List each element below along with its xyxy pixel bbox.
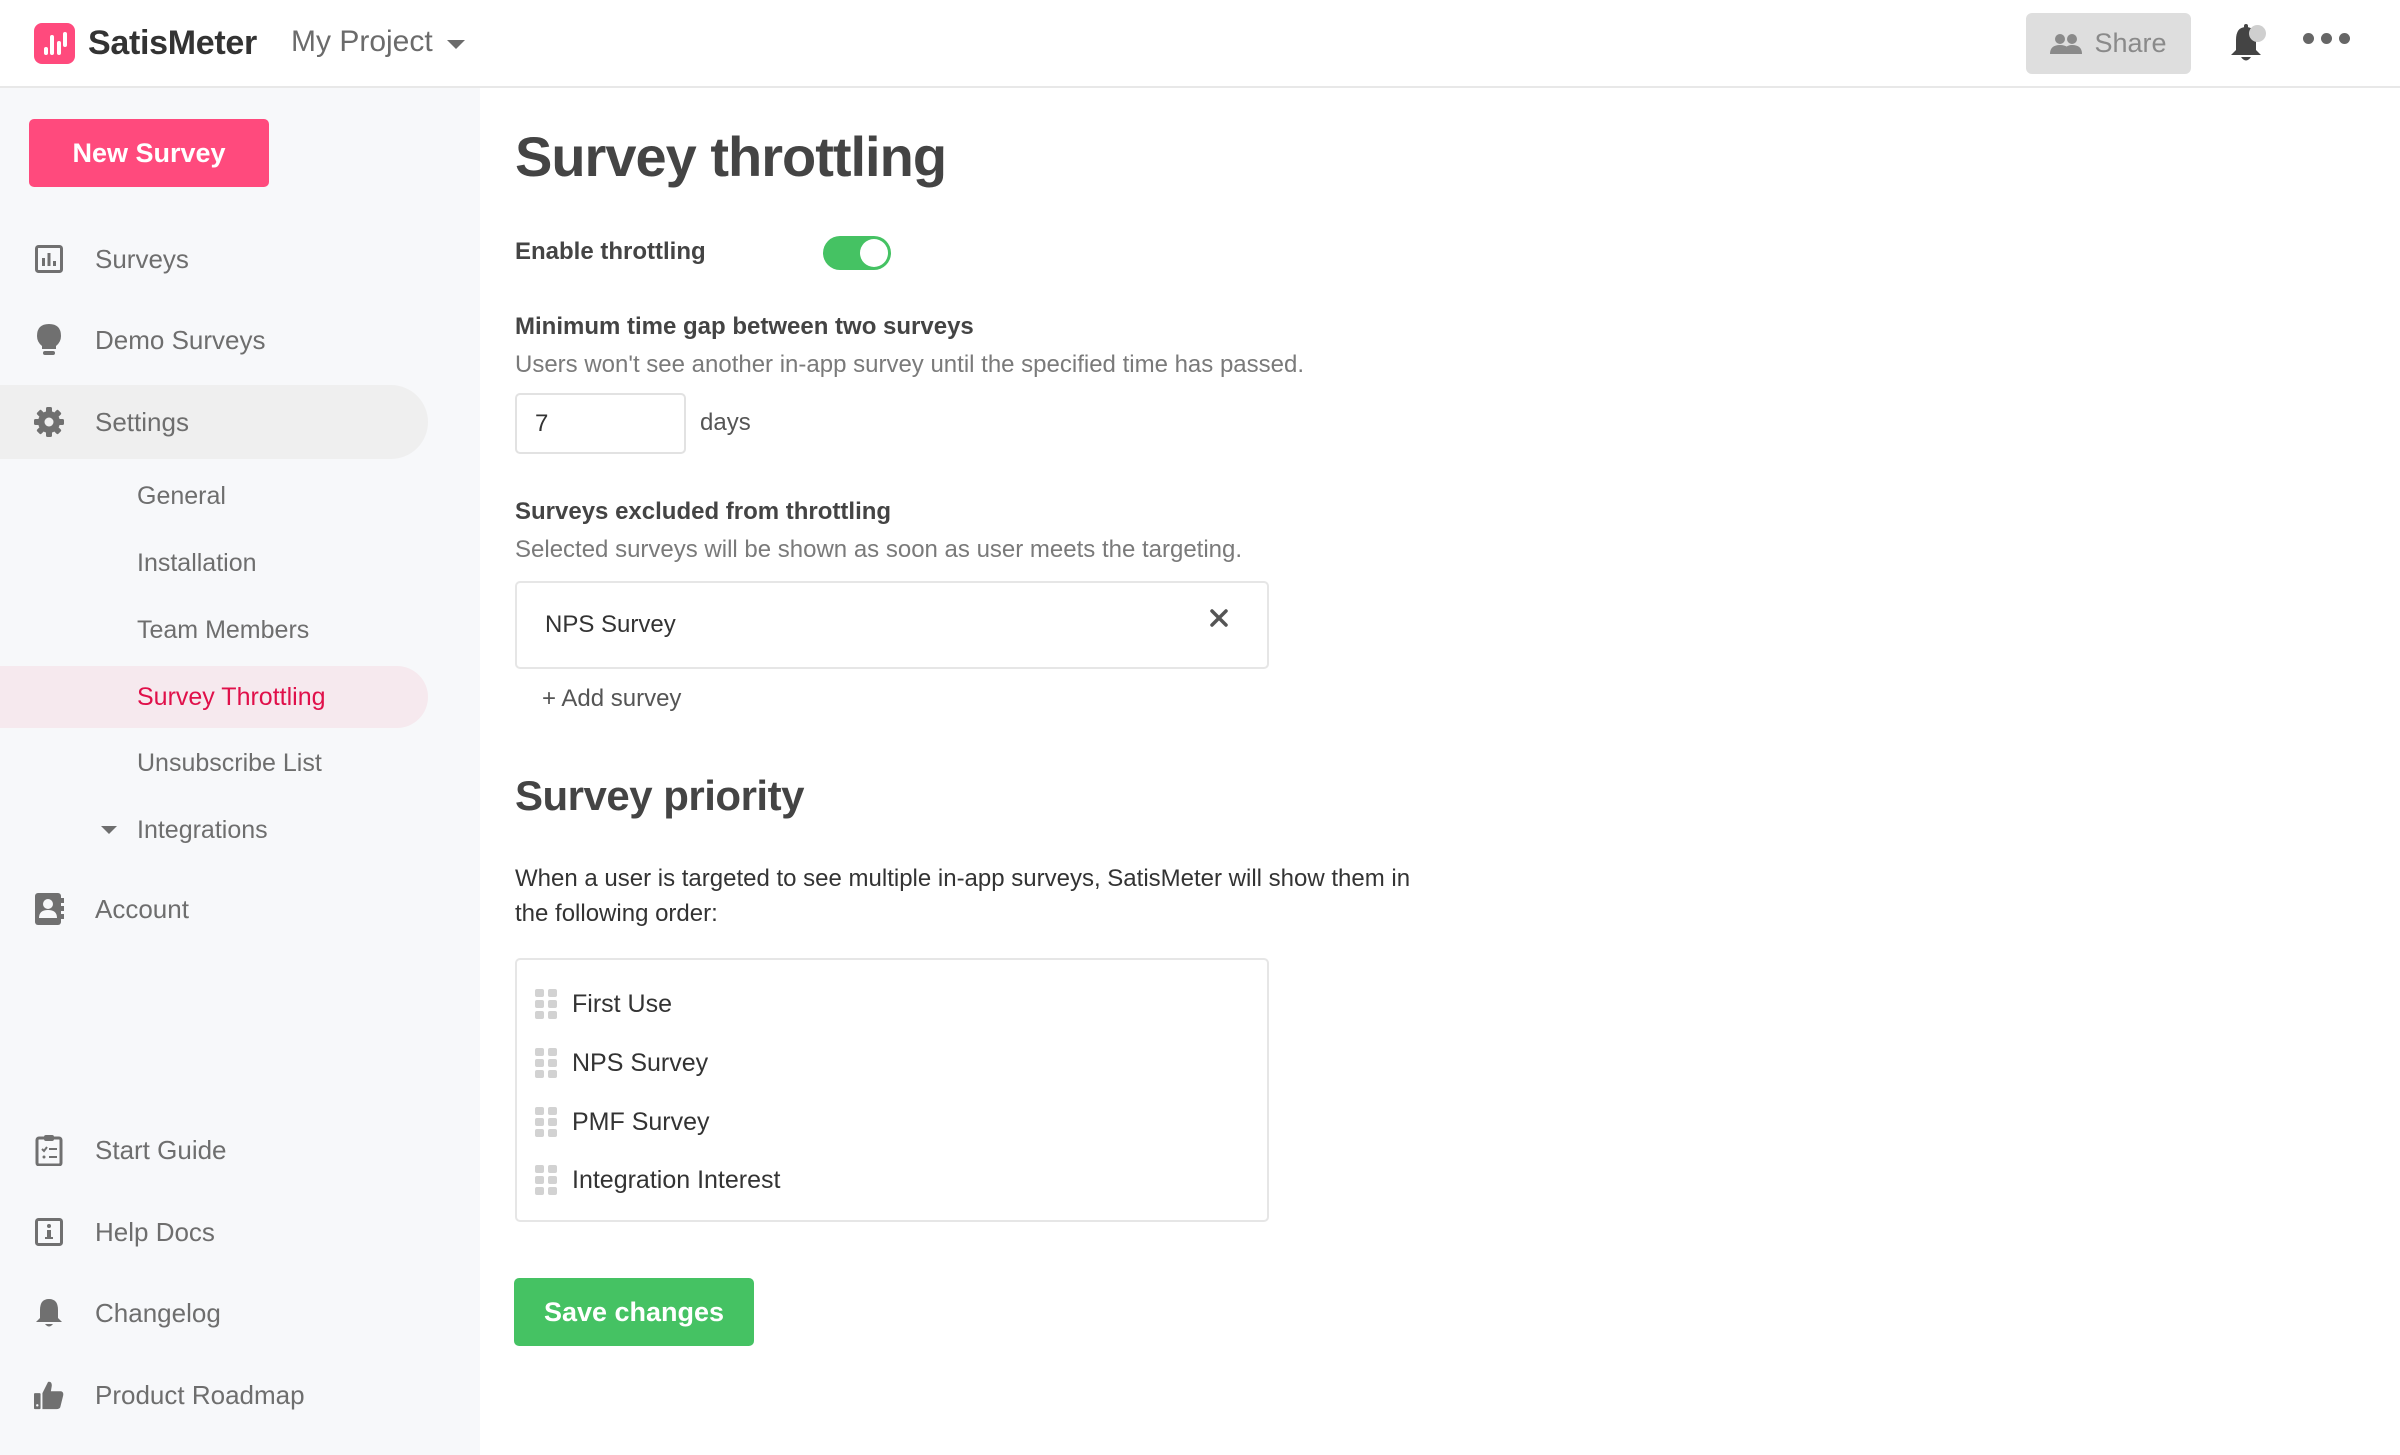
sidebar-item-start-guide[interactable]: Start Guide (0, 1113, 428, 1187)
drag-handle-icon[interactable] (535, 989, 557, 1019)
sidebar-item-label: Demo Surveys (95, 324, 266, 355)
save-changes-button[interactable]: Save changes (514, 1278, 754, 1346)
drag-handle-icon[interactable] (535, 1048, 557, 1078)
priority-survey-name: Integration Interest (572, 1165, 781, 1194)
enable-throttling-toggle[interactable] (823, 236, 891, 270)
min-gap-label: Minimum time gap between two surveys (515, 313, 974, 340)
excluded-survey-name: NPS Survey (545, 611, 676, 638)
sidebar-item-label: Changelog (95, 1297, 221, 1328)
more-options-button[interactable] (2303, 33, 2350, 44)
clipboard-checklist-icon (34, 1135, 64, 1166)
notification-badge (2249, 25, 2266, 42)
sidebar-item-help-docs[interactable]: Help Docs (0, 1195, 428, 1269)
drag-handle-icon[interactable] (535, 1165, 557, 1195)
sidebar-item-label: Account (95, 893, 189, 924)
priority-list-item[interactable]: PMF Survey (517, 1097, 1267, 1147)
satismeter-logo-icon[interactable] (34, 23, 75, 64)
excluded-surveys-help: Selected surveys will be shown as soon a… (515, 536, 1243, 563)
sidebar-item-account[interactable]: Account (0, 872, 428, 946)
toggle-knob (860, 239, 888, 267)
sidebar-item-settings[interactable]: Settings (0, 385, 428, 459)
min-gap-days-input[interactable] (515, 393, 686, 454)
sidebar-subitem-unsubscribe-list[interactable]: Unsubscribe List (0, 732, 428, 794)
users-icon (2050, 33, 2083, 54)
priority-survey-name: PMF Survey (572, 1107, 710, 1136)
lightbulb-icon (34, 324, 64, 355)
sidebar-subitem-label: Installation (137, 548, 257, 577)
sidebar-subitem-team-members[interactable]: Team Members (0, 599, 428, 661)
sidebar-subitem-general[interactable]: General (0, 465, 428, 527)
ellipsis-dot (2321, 33, 2332, 44)
remove-survey-close-icon[interactable] (1206, 605, 1232, 631)
address-book-icon (34, 893, 64, 925)
survey-priority-list: First Use NPS Survey PMF Survey Integrat… (515, 958, 1269, 1222)
priority-list-item[interactable]: First Use (517, 979, 1267, 1029)
sidebar-subitem-label: Unsubscribe List (137, 748, 322, 777)
project-selector[interactable]: My Project (291, 25, 465, 59)
sidebar-item-changelog[interactable]: Changelog (0, 1276, 428, 1350)
bar-chart-square-icon (34, 244, 64, 274)
sidebar-subitem-label: Team Members (137, 615, 310, 644)
new-survey-button[interactable]: New Survey (29, 119, 269, 187)
ellipsis-dot (2339, 33, 2350, 44)
share-button[interactable]: Share (2026, 13, 2191, 74)
priority-list-item[interactable]: Integration Interest (517, 1155, 1267, 1205)
survey-priority-description: When a user is targeted to see multiple … (515, 865, 1411, 927)
sidebar-subitem-label: Survey Throttling (137, 682, 326, 711)
sidebar-item-demo-surveys[interactable]: Demo Surveys (0, 303, 428, 377)
bell-icon (34, 1298, 64, 1328)
sidebar-subitem-label: Integrations (137, 815, 268, 844)
page-title: Survey throttling (515, 125, 947, 188)
sidebar-item-surveys[interactable]: Surveys (0, 222, 428, 296)
sidebar-item-label: Product Roadmap (95, 1379, 305, 1410)
days-unit-label: days (700, 409, 751, 436)
sidebar-subitem-integrations[interactable]: Integrations (0, 799, 428, 861)
caret-down-icon (101, 826, 117, 834)
thumbs-up-icon (34, 1380, 64, 1410)
add-survey-link[interactable]: + Add survey (542, 685, 681, 713)
min-gap-help: Users won't see another in-app survey un… (515, 351, 1304, 378)
brand-name[interactable]: SatisMeter (88, 24, 257, 63)
project-name: My Project (291, 25, 433, 58)
excluded-survey-item: NPS Survey (515, 581, 1269, 669)
ellipsis-dot (2303, 33, 2314, 44)
caret-down-icon (446, 39, 465, 49)
priority-survey-name: NPS Survey (572, 1048, 709, 1077)
survey-priority-title: Survey priority (515, 772, 804, 819)
priority-survey-name: First Use (572, 989, 672, 1018)
info-square-icon (34, 1217, 64, 1247)
sidebar-item-label: Settings (95, 406, 189, 437)
excluded-surveys-label: Surveys excluded from throttling (515, 498, 892, 525)
sidebar-item-product-roadmap[interactable]: Product Roadmap (0, 1358, 428, 1432)
gear-icon (34, 407, 64, 437)
sidebar-subitem-survey-throttling[interactable]: Survey Throttling (0, 666, 428, 728)
sidebar: New Survey Surveys Demo Surveys Settings… (0, 88, 480, 1455)
sidebar-item-label: Start Guide (95, 1134, 227, 1165)
enable-throttling-label: Enable throttling (515, 238, 706, 265)
share-label: Share (2094, 28, 2167, 58)
drag-handle-icon[interactable] (535, 1107, 557, 1137)
sidebar-item-label: Surveys (95, 243, 189, 274)
sidebar-subitem-installation[interactable]: Installation (0, 532, 428, 594)
top-header: SatisMeter My Project Share (0, 0, 2400, 88)
sidebar-item-label: Help Docs (95, 1216, 215, 1247)
priority-list-item[interactable]: NPS Survey (517, 1038, 1267, 1088)
sidebar-subitem-label: General (137, 481, 226, 510)
